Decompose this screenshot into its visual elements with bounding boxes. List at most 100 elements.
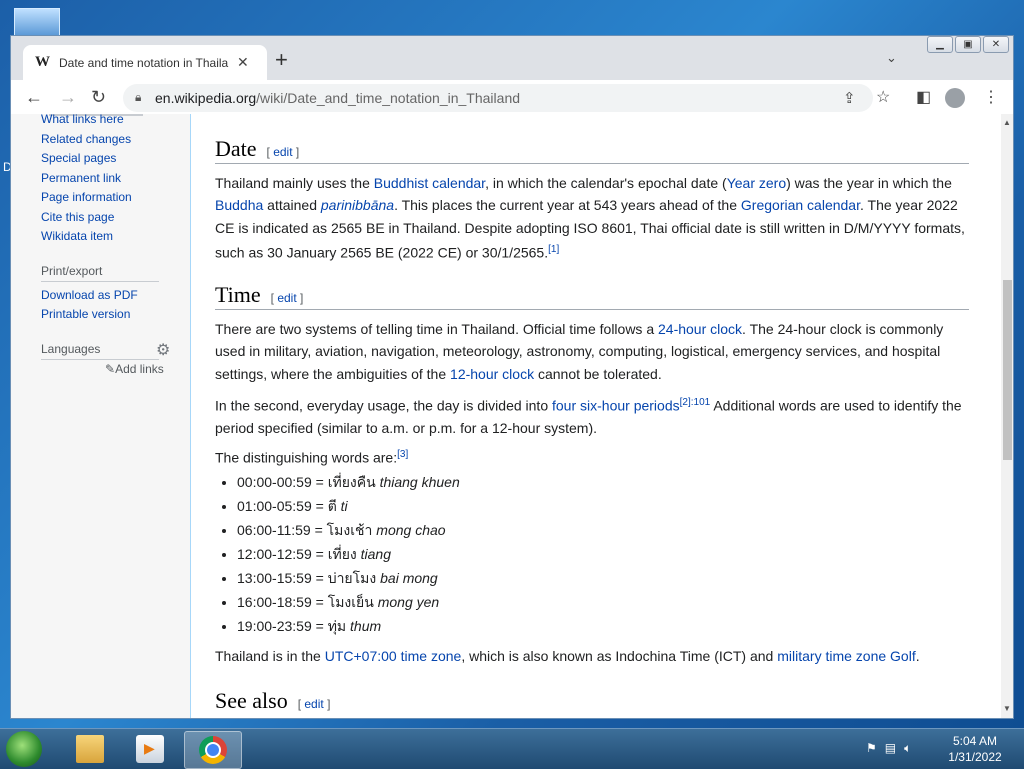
list-item: 12:00-12:59 = เที่ยง tiang	[237, 542, 460, 566]
link-parinibbana[interactable]: parinibbāna	[321, 197, 394, 213]
sidebar-divider	[41, 281, 159, 282]
taskbar-media-player[interactable]	[122, 731, 178, 767]
text: 00:00-00:59 =	[237, 474, 328, 490]
list-item: 16:00-18:59 = โมงเย็น mong yen	[237, 590, 460, 614]
gear-icon[interactable]: ⚙	[156, 340, 170, 360]
action-center-icon[interactable]: ⚑	[866, 741, 885, 755]
sidebar-item-wikidata-item[interactable]: Wikidata item	[41, 229, 113, 243]
tab-active[interactable]: W Date and time notation in Thaila ✕	[23, 45, 267, 80]
url-path: /wiki/Date_and_time_notation_in_Thailand	[256, 90, 521, 106]
text: The distinguishing words are:	[215, 449, 398, 466]
chevron-down-icon[interactable]: ⌄	[886, 50, 897, 66]
heading-see-also: See also [ edit ]	[215, 688, 330, 714]
link-24-hour-clock[interactable]: 24-hour clock	[658, 321, 742, 337]
text: 01:00-05:59 =	[237, 498, 328, 514]
address-bar[interactable]: 🔒︎ en.wikipedia.org/wiki/Date_and_time_n…	[123, 84, 873, 112]
link-military-time-zone-golf[interactable]: military time zone Golf	[777, 648, 915, 664]
heading-underline	[215, 163, 969, 164]
close-window-button[interactable]: ✕	[983, 36, 1009, 53]
text: , which is also known as Indochina Time …	[461, 648, 778, 664]
sidebar-divider	[41, 359, 159, 360]
list-item: 01:00-05:59 = ตี ti	[237, 494, 460, 518]
system-tray: ⚑▤🔈︎	[866, 741, 919, 756]
link-year-zero[interactable]: Year zero	[727, 175, 786, 191]
link-buddhist-calendar[interactable]: Buddhist calendar	[374, 175, 485, 191]
heading-date: Date [ edit ]	[215, 136, 299, 162]
sidebar-item-download-pdf[interactable]: Download as PDF	[41, 288, 138, 302]
sidebar-heading-print: Print/export	[41, 264, 103, 278]
sidebar-item-cite-this-page[interactable]: Cite this page	[41, 210, 114, 224]
profile-avatar[interactable]	[945, 88, 965, 108]
citation-link[interactable]: [2]:101	[680, 397, 711, 408]
paragraph-time-4: Thailand is in the UTC+07:00 time zone, …	[215, 645, 971, 667]
close-icon[interactable]: ✕	[237, 54, 249, 71]
scroll-down-icon[interactable]: ▼	[1003, 704, 1011, 713]
text: 12:00-12:59 =	[237, 546, 328, 562]
scrollbar-thumb[interactable]	[1003, 280, 1012, 460]
share-icon[interactable]: ⇪	[843, 89, 856, 107]
text: ) was the year in which the	[786, 175, 952, 191]
url-text[interactable]: en.wikipedia.org/wiki/Date_and_time_nota…	[155, 90, 520, 106]
page-viewport: What links here Related changes Special …	[11, 114, 1013, 718]
heading-time-text: Time	[215, 282, 261, 307]
back-arrow-icon[interactable]: ←	[25, 85, 43, 109]
taskbar-clock[interactable]: 5:04 AM 1/31/2022	[940, 733, 1010, 765]
taskbar: ⚑▤🔈︎ 5:04 AM 1/31/2022	[0, 728, 1024, 769]
citation-link[interactable]: [1]	[548, 244, 559, 255]
link-four-six-hour-periods[interactable]: four six-hour periods	[552, 398, 680, 414]
bookmark-star-icon[interactable]: ☆	[876, 87, 890, 107]
scroll-up-icon[interactable]: ▲	[1003, 118, 1011, 127]
edit-section-time: [ edit ]	[270, 291, 304, 305]
network-icon[interactable]: ▤	[885, 741, 904, 755]
side-panel-icon[interactable]: ◧	[916, 87, 931, 107]
forward-arrow-icon[interactable]: →	[59, 85, 77, 109]
sidebar-item-related-changes[interactable]: Related changes	[41, 132, 131, 146]
start-button[interactable]	[6, 731, 42, 767]
edit-link[interactable]: edit	[277, 291, 296, 305]
link-utc-0700[interactable]: UTC+07:00 time zone	[325, 648, 462, 664]
link-buddha[interactable]: Buddha	[215, 197, 263, 213]
list-item: 13:00-15:59 = บ่ายโมง bai mong	[237, 566, 460, 590]
more-menu-icon[interactable]: ⋮	[983, 87, 999, 107]
maximize-button[interactable]: ▣	[955, 36, 981, 53]
browser-window: W Date and time notation in Thaila ✕ + ⌄…	[11, 36, 1013, 718]
list-item: 19:00-23:59 = ทุ่ม thum	[237, 614, 460, 638]
taskbar-explorer[interactable]	[62, 731, 118, 767]
media-player-icon	[136, 735, 164, 763]
text: 06:00-11:59 =	[237, 522, 327, 538]
sidebar-item-printable-version[interactable]: Printable version	[41, 307, 130, 321]
clock-time: 5:04 AM	[952, 734, 998, 748]
article-content: Date [ edit ] Thailand mainly uses the Bu…	[191, 114, 1001, 718]
sidebar-item-what-links-here[interactable]: What links here	[41, 114, 124, 126]
text: 16:00-18:59 =	[237, 594, 328, 610]
reload-icon[interactable]: ↻	[91, 85, 106, 109]
link-12-hour-clock[interactable]: 12-hour clock	[450, 366, 534, 382]
text: thiang khuen	[379, 474, 460, 490]
text: cannot be tolerated.	[534, 365, 662, 382]
text: โมงเช้า	[326, 522, 377, 538]
edit-link[interactable]: edit	[273, 145, 292, 159]
text: 19:00-23:59 =	[237, 618, 328, 634]
add-links-button[interactable]: ✎Add links	[105, 362, 164, 376]
lock-icon[interactable]: 🔒︎	[135, 90, 141, 105]
sidebar-item-permanent-link[interactable]: Permanent link	[41, 171, 121, 185]
vertical-scrollbar[interactable]: ▲ ▼	[1001, 114, 1013, 718]
text: Thailand mainly uses the	[215, 175, 374, 191]
new-tab-button[interactable]: +	[275, 49, 288, 71]
paragraph-time-3: The distinguishing words are:[3]	[215, 444, 971, 469]
taskbar-chrome[interactable]	[184, 731, 242, 769]
list-item: 00:00-00:59 = เที่ยงคืน thiang khuen	[237, 470, 460, 494]
minimize-button[interactable]: ▁	[927, 36, 953, 53]
sidebar-item-page-information[interactable]: Page information	[41, 190, 132, 204]
sidebar-item-special-pages[interactable]: Special pages	[41, 151, 116, 165]
paragraph-time-1: There are two systems of telling time in…	[215, 318, 971, 385]
link-gregorian-calendar[interactable]: Gregorian calendar	[741, 197, 860, 213]
citation-link[interactable]: [3]	[397, 449, 408, 460]
volume-icon[interactable]: 🔈︎	[904, 741, 919, 755]
heading-see-also-text: See also	[215, 688, 288, 713]
edit-section-date: [ edit ]	[266, 145, 300, 159]
edit-link[interactable]: edit	[304, 697, 323, 711]
text: mong yen	[377, 594, 440, 610]
text: 13:00-15:59 =	[237, 570, 328, 586]
wiki-sidebar: What links here Related changes Special …	[11, 114, 191, 718]
